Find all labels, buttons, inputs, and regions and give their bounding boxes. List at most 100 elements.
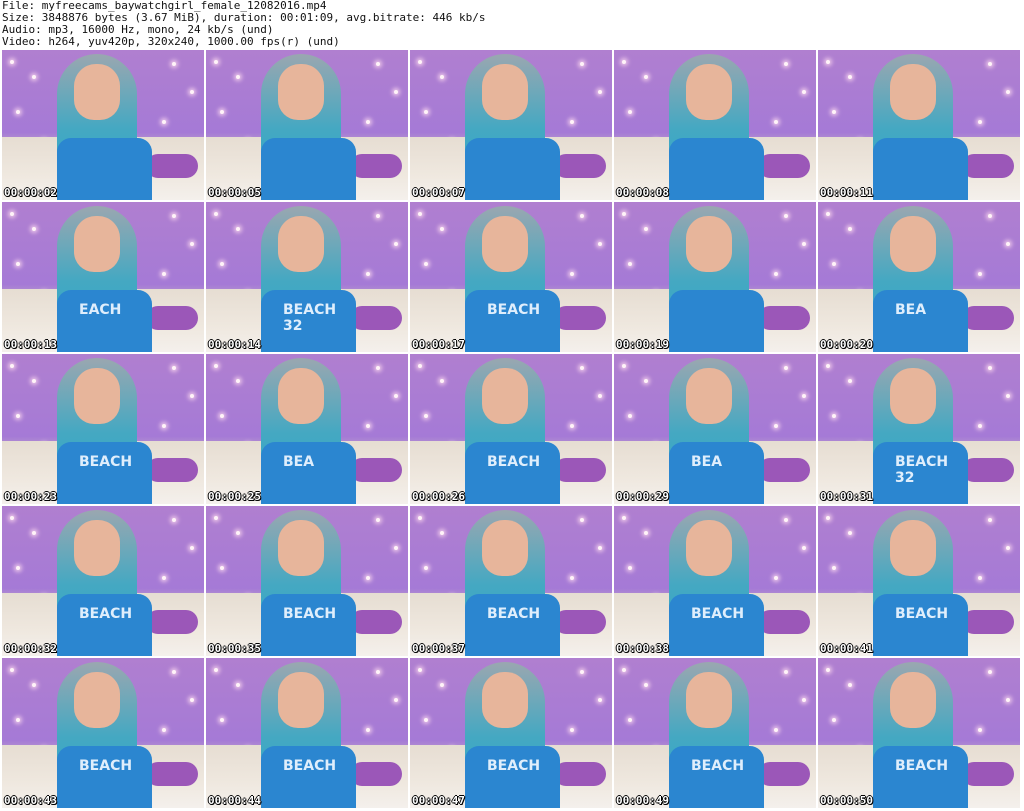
- person-tank-top: BEACH: [873, 746, 968, 808]
- light-bulb: [826, 60, 830, 64]
- light-bulb: [832, 110, 836, 114]
- person-face: [890, 368, 936, 424]
- light-bulb: [644, 379, 648, 383]
- light-bulb: [214, 364, 218, 368]
- person-face: [482, 368, 528, 424]
- light-bulb: [440, 227, 444, 231]
- light-bulb: [162, 576, 166, 580]
- light-bulb: [622, 60, 626, 64]
- light-bulb: [172, 518, 176, 522]
- person-tank-top: BEACH: [57, 594, 152, 656]
- light-bulb: [628, 262, 632, 266]
- light-bulb: [570, 120, 574, 124]
- timestamp-label: 00:00:07: [412, 186, 465, 199]
- light-bulb: [220, 262, 224, 266]
- person-face: [74, 672, 120, 728]
- light-bulb: [978, 272, 982, 276]
- pillow: [350, 458, 402, 482]
- light-bulb: [978, 728, 982, 732]
- light-bulb: [580, 366, 584, 370]
- light-bulb: [236, 227, 240, 231]
- video-thumbnail: 00:00:08: [614, 50, 816, 200]
- timestamp-label: 00:00:20: [820, 338, 873, 351]
- light-bulb: [570, 272, 574, 276]
- light-bulb: [988, 518, 992, 522]
- video-thumbnail: BEACH 00:00:23: [2, 354, 204, 504]
- light-bulb: [832, 566, 836, 570]
- person-tank-top: EACH: [57, 290, 152, 352]
- person-face: [686, 64, 732, 120]
- pillow: [554, 610, 606, 634]
- shirt-text: BEACH: [895, 606, 949, 622]
- light-bulb: [784, 214, 788, 218]
- person-face: [686, 216, 732, 272]
- shirt-text: BEACH: [283, 758, 337, 774]
- pillow: [758, 458, 810, 482]
- light-bulb: [376, 214, 380, 218]
- video-thumbnail: 00:00:02: [2, 50, 204, 200]
- person-face: [278, 64, 324, 120]
- video-thumbnail: 00:00:19: [614, 202, 816, 352]
- light-bulb: [988, 214, 992, 218]
- pillow: [554, 306, 606, 330]
- person-tank-top: [873, 138, 968, 200]
- video-thumbnail: BEACH 00:00:49: [614, 658, 816, 808]
- person-tank-top: BEACH: [261, 594, 356, 656]
- video-thumbnail: 00:00:11: [818, 50, 1020, 200]
- video-thumbnail: BEACH 00:00:41: [818, 506, 1020, 656]
- light-bulb: [424, 262, 428, 266]
- shirt-text: BEACH: [895, 758, 949, 774]
- video-thumbnail: BEACH 00:00:38: [614, 506, 816, 656]
- light-bulb: [10, 212, 14, 216]
- light-bulb: [236, 379, 240, 383]
- light-bulb: [172, 670, 176, 674]
- person-face: [482, 216, 528, 272]
- video-thumbnail: BEACH 00:00:50: [818, 658, 1020, 808]
- person-face: [890, 520, 936, 576]
- person-tank-top: BEACH: [669, 594, 764, 656]
- timestamp-label: 00:00:50: [820, 794, 873, 807]
- light-bulb: [628, 718, 632, 722]
- person-tank-top: BEACH: [57, 442, 152, 504]
- light-bulb: [366, 576, 370, 580]
- light-bulb: [418, 60, 422, 64]
- light-bulb: [628, 414, 632, 418]
- light-bulb: [784, 518, 788, 522]
- timestamp-label: 00:00:26: [412, 490, 465, 503]
- video-thumbnail: BEA 00:00:25: [206, 354, 408, 504]
- light-bulb: [570, 576, 574, 580]
- light-bulb: [10, 60, 14, 64]
- light-bulb: [1006, 242, 1010, 246]
- light-bulb: [644, 75, 648, 79]
- light-bulb: [16, 414, 20, 418]
- person-face: [890, 64, 936, 120]
- shirt-text: BEACH: [487, 454, 541, 470]
- light-bulb: [1006, 394, 1010, 398]
- light-bulb: [440, 379, 444, 383]
- shirt-text: BEACH: [79, 758, 133, 774]
- light-bulb: [802, 242, 806, 246]
- light-bulb: [394, 698, 398, 702]
- pillow: [146, 610, 198, 634]
- light-bulb: [190, 698, 194, 702]
- light-bulb: [580, 518, 584, 522]
- light-bulb: [570, 728, 574, 732]
- light-bulb: [784, 670, 788, 674]
- light-bulb: [32, 531, 36, 535]
- person-tank-top: BEACH: [465, 442, 560, 504]
- light-bulb: [394, 242, 398, 246]
- light-bulb: [440, 683, 444, 687]
- person-tank-top: BEACH: [873, 594, 968, 656]
- light-bulb: [784, 62, 788, 66]
- light-bulb: [826, 668, 830, 672]
- light-bulb: [220, 718, 224, 722]
- pillow: [758, 762, 810, 786]
- light-bulb: [236, 75, 240, 79]
- shirt-text: BEA: [895, 302, 927, 318]
- light-bulb: [644, 683, 648, 687]
- light-bulb: [214, 60, 218, 64]
- light-bulb: [10, 668, 14, 672]
- light-bulb: [418, 364, 422, 368]
- light-bulb: [376, 62, 380, 66]
- light-bulb: [978, 424, 982, 428]
